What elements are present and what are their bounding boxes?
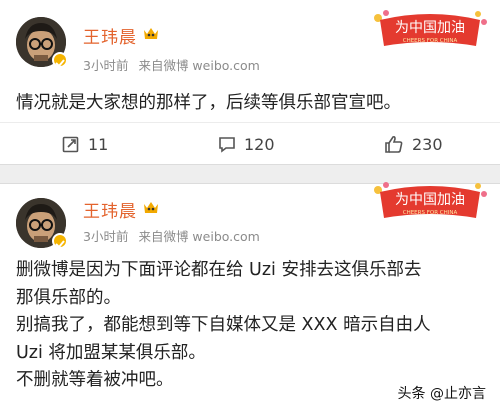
banner-subtext: CHEERS FOR CHINA	[403, 38, 458, 44]
post-body: 情况就是大家想的那样了，后续等俱乐部官宣吧。	[16, 90, 484, 118]
repost-icon	[62, 136, 79, 153]
post-time: 3小时前	[83, 229, 129, 244]
post-actions: 11 120 230	[0, 122, 500, 165]
vip-crown-icon	[142, 25, 160, 42]
post-source[interactable]: 来自微博 weibo.com	[138, 58, 259, 73]
post-meta: 3小时前 来自微博 weibo.com	[83, 226, 260, 245]
banner-subtext: CHEERS FOR CHINA	[403, 210, 458, 216]
author-name[interactable]: 王玮晨	[83, 23, 137, 48]
author-name[interactable]: 王玮晨	[83, 197, 137, 222]
banner-text: 为中国加油	[395, 20, 465, 36]
verified-badge-icon	[52, 233, 68, 249]
like-button[interactable]: 230	[384, 133, 443, 155]
like-count: 230	[412, 134, 443, 154]
weibo-post-2: 王玮晨 3小时前 来自微博 weibo.com 为中国加油 CHEERS FOR …	[0, 182, 500, 409]
post-body: 删微博是因为下面评论都在给 Uzi 安排去这俱乐部去 那俱乐部的。 别搞我了，都…	[16, 257, 484, 395]
verified-badge-icon	[52, 52, 68, 68]
watermark-text: 头条 @止亦言	[397, 386, 486, 402]
banner-text: 为中国加油	[395, 192, 465, 208]
weibo-post-1: 王玮晨 3小时前 来自微博 weibo.com 为中国加油 CHEERS FOR …	[0, 0, 500, 164]
comment-button[interactable]: 120	[218, 133, 275, 155]
post-line: Uzi 将加盟某某俱乐部。	[16, 342, 206, 363]
thumbs-up-icon	[385, 135, 403, 153]
post-line: 删微博是因为下面评论都在给 Uzi 安排去这俱乐部去	[16, 260, 422, 280]
vip-crown-icon	[142, 199, 160, 216]
post-meta: 3小时前 来自微博 weibo.com	[83, 55, 260, 74]
post-time: 3小时前	[83, 58, 129, 73]
cheers-banner: 为中国加油 CHEERS FOR CHINA	[370, 8, 490, 50]
repost-button[interactable]: 11	[62, 133, 108, 155]
comment-count: 120	[244, 134, 275, 154]
post-source[interactable]: 来自微博 weibo.com	[138, 229, 259, 244]
post-line: 情况就是大家想的那样了，后续等俱乐部官宣吧。	[16, 93, 401, 113]
comment-icon	[219, 137, 235, 153]
cheers-banner: 为中国加油 CHEERS FOR CHINA	[370, 180, 490, 222]
toutiao-watermark: 头条 @止亦言	[398, 383, 486, 403]
repost-count: 11	[88, 134, 109, 154]
post-line: 那俱乐部的。	[16, 287, 121, 308]
post-line: 别搞我了，都能想到等下自媒体又是 XXX 暗示自由人	[16, 315, 431, 335]
